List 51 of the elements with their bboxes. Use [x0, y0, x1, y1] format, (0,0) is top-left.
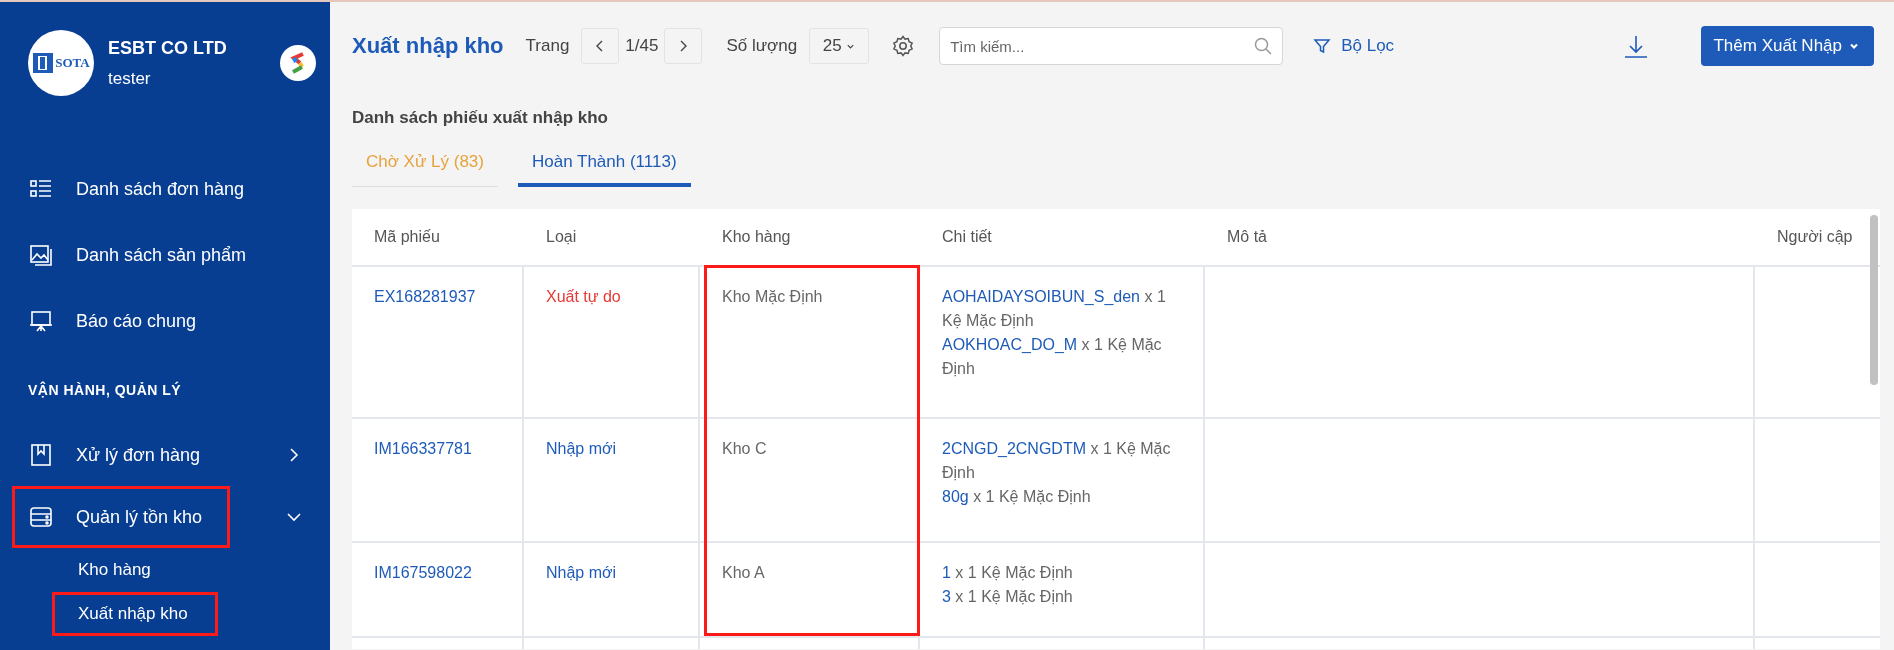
search-field[interactable]: Tìm kiếm... — [939, 27, 1284, 65]
column-header: Người cập — [1776, 228, 1854, 246]
page-number: 1/45 — [625, 36, 659, 56]
receipt-code-link[interactable]: IM166337781 — [374, 440, 472, 457]
section-title: VẬN HÀNH, QUẢN LÝ — [27, 380, 183, 400]
sidebar-item[interactable]: Danh sách đơn hàng — [0, 156, 330, 222]
sidebar-subitem[interactable]: Xuất nhập kho — [52, 592, 218, 636]
column-header: Kho hàng — [721, 228, 792, 246]
search-icon[interactable] — [1253, 36, 1274, 56]
storage-icon — [28, 504, 54, 530]
table-cell: Xuất tự do — [524, 267, 700, 417]
detail-line: AOKHOAC_DO_M x 1 Kệ Mặc Định — [942, 335, 1163, 379]
detail-line: 1 x 1 Kệ Mặc Định — [942, 563, 1074, 583]
table-cell: Nhập mới — [524, 419, 700, 541]
company-name: ESBT CO LTD — [108, 37, 228, 59]
scrollbar[interactable] — [1870, 215, 1878, 385]
filter-icon — [1313, 37, 1332, 55]
status-tab[interactable]: Hoàn Thành (1113) — [517, 142, 691, 187]
presentation-board-icon — [28, 308, 54, 334]
column-header: Mô tả — [1226, 228, 1268, 246]
image-icon — [28, 242, 54, 268]
filter-button[interactable]: Bộ Lọc — [1307, 35, 1401, 57]
detail-line: 80g x 1 Kệ Mặc Định — [942, 487, 1092, 507]
table-cell: Kho C — [700, 419, 920, 541]
receipt-code-link[interactable]: IM167598022 — [374, 564, 472, 581]
table-cell: Kho A — [700, 543, 920, 636]
sidebar-item[interactable]: Báo cáo chung — [0, 288, 330, 354]
quantity-dropdown[interactable]: 25 — [809, 28, 870, 64]
column-header: Mã phiếu — [373, 228, 441, 246]
bookmark-icon — [28, 442, 54, 468]
detail-line: 3 x 1 Kệ Mặc Định — [942, 587, 1074, 607]
table-cell: Kho Mặc Định — [700, 267, 920, 417]
user-name: tester — [108, 68, 152, 89]
sidebar-group-item[interactable]: Xử lý đơn hàng — [0, 424, 230, 486]
page-label: Trang — [525, 36, 570, 56]
app-logo-icon[interactable] — [280, 45, 316, 81]
quantity-label: Số lượng — [726, 36, 798, 56]
settings-icon[interactable] — [891, 34, 916, 58]
column-header: Chi tiết — [941, 228, 993, 246]
page-title: Xuất nhập kho — [352, 33, 504, 59]
receipt-code-link[interactable]: EX168281937 — [374, 288, 476, 305]
add-import-export-button[interactable]: Thêm Xuất Nhập — [1701, 26, 1874, 66]
table-cell: Nhập mới — [524, 543, 700, 636]
column-header: Loại — [545, 228, 578, 246]
sidebar-item[interactable]: Danh sách sản phẩm — [0, 222, 330, 288]
list-title: Danh sách phiếu xuất nhập kho — [352, 108, 609, 128]
company-logo: SOTA — [28, 30, 94, 96]
sidebar-group-item[interactable]: Quản lý tồn kho — [12, 486, 230, 548]
download-icon[interactable] — [1623, 33, 1650, 59]
sidebar-subitem[interactable]: Kho hàng — [0, 548, 330, 592]
caret-icon — [846, 42, 856, 51]
